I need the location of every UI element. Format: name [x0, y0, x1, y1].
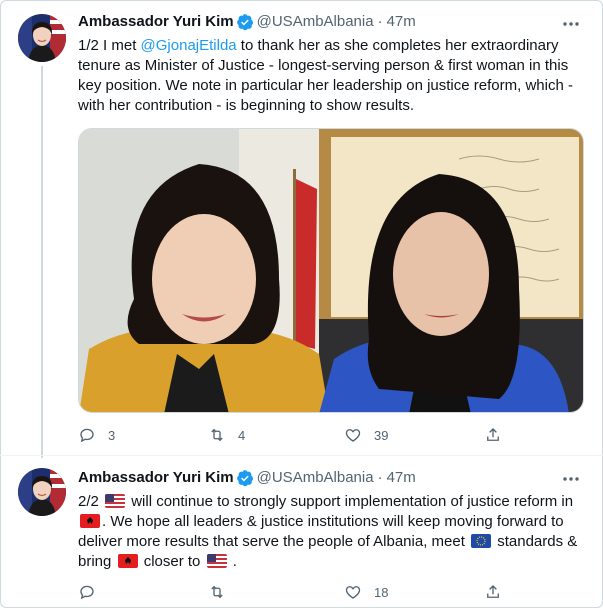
retweet-button[interactable]: [208, 583, 238, 601]
reply-icon: [80, 428, 94, 443]
tweet-header: Ambassador Yuri Kim @USAmbAlbania · 47m: [78, 468, 416, 488]
tweet-text-part: 2/2: [78, 493, 104, 510]
retweet-count: 4: [238, 427, 246, 443]
verified-badge-icon: [236, 469, 254, 487]
tweet-text-part: closer to: [139, 553, 205, 570]
like-count: 18: [374, 584, 389, 600]
tweet-2[interactable]: Ambassador Yuri Kim @USAmbAlbania · 47m …: [0, 455, 603, 608]
author-name[interactable]: Ambassador Yuri Kim: [78, 12, 234, 32]
timestamp[interactable]: 47m: [387, 12, 416, 32]
eu-flag-icon: [471, 534, 492, 548]
like-count: 39: [374, 427, 389, 443]
share-button[interactable]: [484, 583, 502, 601]
retweet-icon: [211, 585, 223, 599]
retweet-icon: [211, 428, 223, 442]
more-options-icon[interactable]: [561, 14, 581, 34]
share-button[interactable]: [484, 426, 502, 444]
share-icon: [487, 585, 499, 598]
divider: [0, 455, 603, 456]
more-options-icon[interactable]: [561, 469, 581, 489]
separator-dot: ·: [377, 13, 383, 30]
author-name[interactable]: Ambassador Yuri Kim: [78, 468, 234, 488]
tweet-text-part: 1/2 I met: [78, 37, 141, 54]
like-button[interactable]: 18: [344, 583, 388, 601]
author-handle[interactable]: @USAmbAlbania: [257, 468, 374, 488]
timestamp[interactable]: 47m: [387, 468, 416, 488]
tweet-actions: 3 4 39: [78, 426, 508, 446]
tweet-1[interactable]: Ambassador Yuri Kim @USAmbAlbania · 47m …: [0, 0, 603, 458]
albania-flag-icon: [80, 514, 100, 528]
verified-badge-icon: [236, 13, 254, 31]
tweet-actions: 18: [78, 583, 508, 603]
author-handle[interactable]: @USAmbAlbania: [257, 12, 374, 32]
reply-button[interactable]: 3: [78, 426, 115, 444]
tweet-text-part: will continue to strongly support implem…: [127, 493, 574, 510]
thread-connector: [41, 66, 43, 458]
tweet-text: 1/2 I met @GjonajEtilda to thank her as …: [78, 36, 588, 116]
reply-button[interactable]: [78, 583, 108, 601]
albania-flag-icon: [117, 554, 138, 568]
tweet-photo[interactable]: [78, 128, 584, 413]
tweet-text: 2/2 will continue to strongly support im…: [78, 492, 588, 572]
mention-link[interactable]: @GjonajEtilda: [141, 37, 237, 54]
like-button[interactable]: 39: [344, 426, 388, 444]
reply-count: 3: [108, 427, 116, 443]
us-flag-icon: [105, 494, 126, 508]
separator-dot: ·: [377, 469, 383, 486]
retweet-button[interactable]: 4: [208, 426, 245, 444]
heart-icon: [345, 429, 361, 442]
reply-icon: [80, 585, 94, 600]
us-flag-icon: [206, 554, 227, 568]
avatar[interactable]: [18, 468, 66, 516]
avatar[interactable]: [18, 14, 66, 62]
share-icon: [487, 428, 499, 441]
heart-icon: [345, 586, 361, 599]
tweet-text-part: .: [228, 553, 237, 570]
tweet-header: Ambassador Yuri Kim @USAmbAlbania · 47m: [78, 12, 416, 32]
